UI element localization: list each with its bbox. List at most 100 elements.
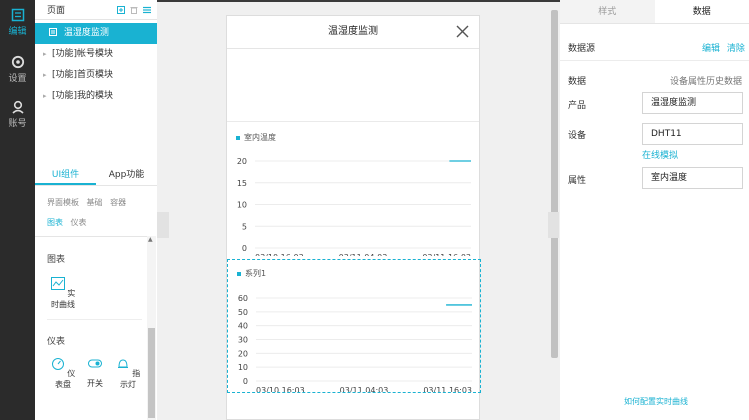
x-tick-label: 03/11 04:03 — [340, 386, 389, 392]
y-tick-label: 0 — [243, 377, 248, 386]
tab-data[interactable]: 数据 — [654, 0, 749, 23]
data-label: 数据 — [568, 77, 587, 87]
edit-icon — [11, 8, 24, 22]
clear-link[interactable]: 清除 — [727, 44, 745, 54]
y-tick-label: 30 — [238, 336, 248, 345]
y-tick-label: 15 — [237, 179, 247, 188]
category-templates[interactable]: 界面模板 — [47, 198, 79, 207]
product-field[interactable]: 温湿度监测 — [642, 92, 743, 114]
caret-right-icon: ▸ — [43, 92, 47, 100]
attribute-label: 属性 — [568, 176, 587, 186]
realtime-curve-component[interactable]: 实时曲线 — [47, 277, 79, 310]
component-scrollbar[interactable]: ▲ — [147, 236, 156, 420]
category-container[interactable]: 容器 — [110, 198, 126, 207]
page-icon — [49, 28, 57, 36]
menu-icon[interactable] — [143, 6, 151, 14]
category-charts[interactable]: 图表 — [47, 218, 63, 227]
toggle-icon — [88, 359, 102, 368]
page-item-mine[interactable]: ▸ [功能]我的模块 — [35, 86, 157, 107]
category-instruments[interactable]: 仪表 — [71, 218, 87, 227]
rail-settings[interactable]: 设置 — [0, 55, 35, 89]
instruments-section-title: 仪表 — [47, 337, 66, 347]
datasource-actions: 编辑 清除 — [702, 41, 745, 54]
settings-icon — [11, 55, 24, 69]
dashboard-label: 仪表盘 — [55, 369, 76, 389]
properties-panel: 样式 数据 数据源 编辑 清除 数据 设备属性历史数据 产品 温湿度监测 设备 … — [560, 0, 749, 420]
edit-link[interactable]: 编辑 — [702, 44, 720, 54]
rail-account-label: 账号 — [8, 119, 27, 129]
bell-icon — [117, 359, 128, 368]
canvas-title: 温湿度监测 — [328, 26, 378, 37]
realtime-curve-label: 实时曲线 — [51, 289, 76, 309]
category-basic[interactable]: 基础 — [87, 198, 103, 207]
gauge-icon — [51, 358, 64, 370]
rail-edit-label: 编辑 — [8, 27, 27, 37]
y-tick-label: 5 — [242, 222, 247, 231]
delete-page-icon[interactable] — [130, 6, 138, 14]
properties-tabs: 样式 数据 — [560, 0, 749, 24]
x-tick-label: 03/11 16:03 — [422, 253, 471, 256]
empty-block-divider — [227, 121, 479, 122]
canvas-scrollbar[interactable] — [551, 10, 558, 358]
icon-rail: 编辑 设置 账号 — [0, 0, 35, 420]
tab-ui-components[interactable]: UI组件 — [35, 166, 96, 185]
component-tabs: UI组件 App功能 — [35, 166, 157, 186]
rail-account[interactable]: 账号 — [0, 100, 35, 134]
device-field[interactable]: DHT11 — [642, 123, 743, 145]
page-item-label: [功能]我的模块 — [52, 91, 114, 101]
section-divider — [560, 60, 749, 61]
account-icon — [11, 100, 24, 114]
x-tick-label: 03/10 16:03 — [256, 386, 305, 392]
page-item-label: 温湿度监测 — [63, 28, 109, 38]
left-panel: 页面 温湿度监测 ▸ [功能]帐号模块 ▸ [功能]首页模块 ▸ [功能]我的模块 U… — [35, 0, 157, 420]
device-label: 设备 — [568, 131, 587, 141]
indicator-label: 指示灯 — [120, 369, 141, 389]
charts-section-title: 图表 — [47, 255, 66, 265]
product-label: 产品 — [568, 101, 587, 111]
pages-title: 页面 — [47, 6, 66, 16]
x-tick-label: 03/11 04:03 — [339, 253, 388, 256]
x-tick-label: 03/10 16:03 — [255, 253, 304, 256]
x-tick-label: 03/11 16:03 — [423, 386, 472, 392]
scroll-up-icon[interactable]: ▲ — [148, 236, 153, 243]
chart-svg: 0 5 10 15 20 03/10 16:03 03/11 04:03 03/11 16:0… — [237, 157, 471, 256]
add-page-icon[interactable] — [117, 5, 125, 14]
y-tick-label: 20 — [237, 157, 247, 166]
canvas-header: 温湿度监测 — [227, 16, 479, 49]
y-tick-label: 60 — [238, 294, 248, 303]
component-list: 图表 实时曲线 仪表 仪表盘 开关 指示灯 — [35, 236, 147, 420]
y-tick-label: 40 — [238, 322, 248, 331]
rail-edit[interactable]: 编辑 — [0, 8, 35, 42]
caret-right-icon: ▸ — [43, 50, 47, 58]
close-icon[interactable] — [456, 25, 469, 38]
page-item-label: [功能]帐号模块 — [52, 49, 114, 59]
tab-app-functions[interactable]: App功能 — [96, 166, 157, 185]
section-divider — [47, 319, 142, 320]
chart-indoor-temperature[interactable]: 室内温度 0510152003/10 16:0303/11 04:0303/11… — [227, 126, 481, 256]
chart-series1[interactable]: 系列1 0 10 20 30 40 50 60 03/10 16:03 03/11 04:03 0… — [227, 259, 481, 393]
phone-canvas: 温湿度监测 室内温度 0510152003/10 16:0303/11 04:0… — [226, 15, 481, 420]
datasource-label: 数据源 — [568, 44, 596, 54]
attribute-field[interactable]: 室内温度 — [642, 167, 743, 189]
switch-label: 开关 — [87, 379, 103, 388]
page-item-account[interactable]: ▸ [功能]帐号模块 — [35, 44, 157, 65]
tab-style[interactable]: 样式 — [560, 0, 655, 23]
simulate-link[interactable]: 在线模拟 — [642, 148, 678, 161]
y-tick-label: 0 — [242, 244, 247, 253]
page-item-temp-humidity[interactable]: 温湿度监测 — [35, 23, 157, 44]
page-item-home[interactable]: ▸ [功能]首页模块 — [35, 65, 157, 86]
y-tick-label: 10 — [237, 201, 247, 210]
switch-component[interactable]: 开关 — [83, 357, 107, 389]
caret-right-icon: ▸ — [43, 71, 47, 79]
y-tick-label: 10 — [238, 363, 248, 372]
y-tick-label: 50 — [238, 308, 248, 317]
indicator-component[interactable]: 指示灯 — [114, 357, 142, 390]
help-link[interactable]: 如何配置实时曲线 — [624, 396, 688, 407]
dashboard-component[interactable]: 仪表盘 — [47, 357, 79, 390]
scroll-thumb[interactable] — [148, 328, 155, 418]
rail-settings-label: 设置 — [8, 74, 27, 84]
collapse-left-handle[interactable] — [157, 212, 169, 238]
pages-header: 页面 — [35, 0, 157, 20]
component-category-row-2: 图表 仪表 — [47, 217, 87, 228]
collapse-right-handle[interactable] — [548, 212, 559, 238]
